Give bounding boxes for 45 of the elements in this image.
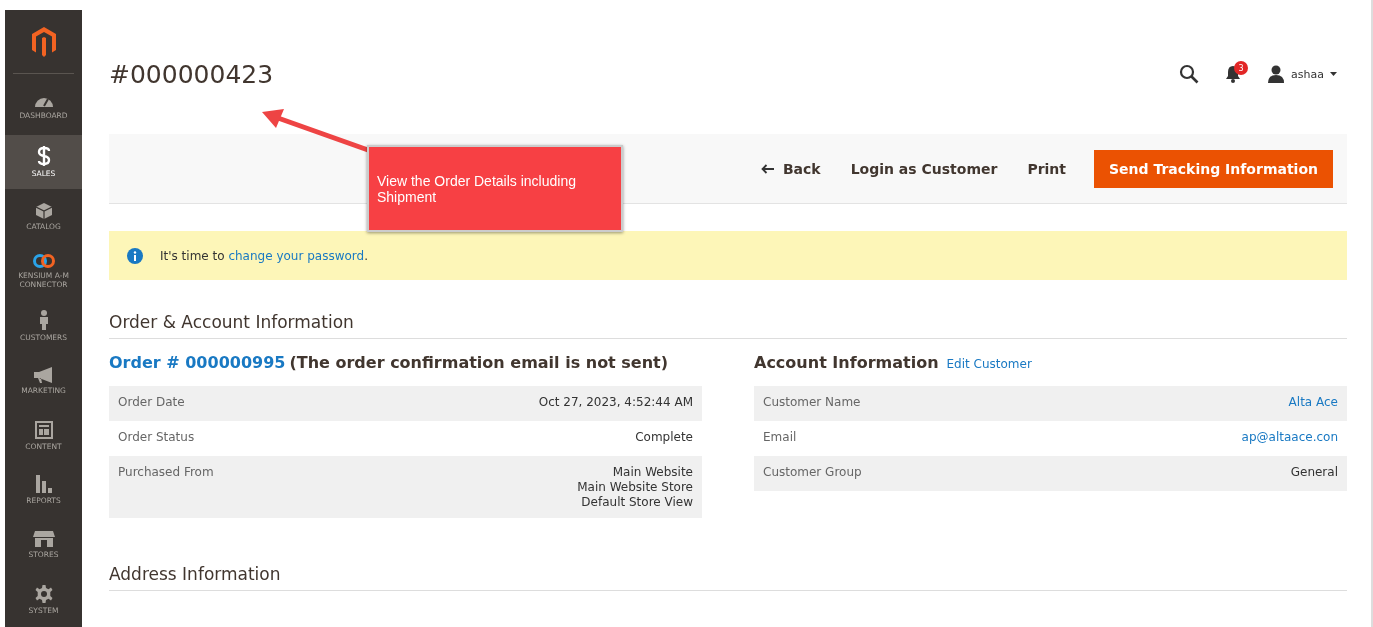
info-icon xyxy=(127,247,143,264)
field-value-link[interactable]: Alta Ace xyxy=(1288,395,1338,409)
notification-badge: 3 xyxy=(1234,61,1249,75)
field-label: Order Status xyxy=(118,430,195,446)
field-label: Order Date xyxy=(118,395,185,411)
field-value-link[interactable]: ap@altaace.con xyxy=(1241,430,1338,444)
field-label: Email xyxy=(763,430,797,446)
layout-icon xyxy=(34,420,53,439)
edit-customer-link[interactable]: Edit Customer xyxy=(946,357,1032,371)
user-menu[interactable]: ashaa xyxy=(1267,65,1337,83)
search-icon[interactable] xyxy=(1179,64,1200,84)
field-value: Complete xyxy=(635,430,693,444)
change-password-link[interactable]: change your password xyxy=(228,248,365,263)
section-title: Address Information xyxy=(109,564,1347,591)
logo-icon xyxy=(31,26,56,57)
field-value: Oct 27, 2023, 4:52:44 AM xyxy=(538,395,693,409)
back-button[interactable]: Back xyxy=(750,150,831,187)
action-button[interactable]: Print xyxy=(1017,150,1076,187)
action-button[interactable]: Login as Customer xyxy=(840,150,1008,187)
caret-icon xyxy=(1330,72,1337,76)
field-label: Customer Name xyxy=(763,395,861,411)
user-icon xyxy=(1267,65,1286,83)
message-text: It's time to change your password. xyxy=(160,248,368,263)
field-label: Purchased From xyxy=(118,465,214,481)
megaphone-icon xyxy=(33,366,54,383)
bar-chart-icon xyxy=(34,475,53,494)
arrow-left-icon xyxy=(760,163,774,174)
field-value: Main Website Store xyxy=(577,480,693,494)
callout-note: View the Order Details including Shipment xyxy=(367,145,623,232)
field-value: Default Store View xyxy=(581,495,693,509)
primary-action-button[interactable]: Send Tracking Information xyxy=(1094,149,1333,188)
field-value: Main Website xyxy=(612,465,693,479)
dollar-icon xyxy=(36,146,51,167)
page-title: #000000423 xyxy=(109,59,274,89)
gear-icon xyxy=(34,584,53,603)
box-icon xyxy=(35,202,52,219)
order-note: (The order confirmation email is not sent) xyxy=(289,353,669,372)
storefront-icon xyxy=(32,530,55,547)
field-label: Customer Group xyxy=(763,465,862,481)
section-title: Order & Account Information xyxy=(109,312,1347,339)
order-link[interactable]: Order # 000000995 xyxy=(109,353,286,372)
person-icon xyxy=(38,310,49,331)
account-title: Account Information xyxy=(754,353,939,372)
chain-link-icon xyxy=(31,253,56,268)
field-value: General xyxy=(1290,465,1338,479)
